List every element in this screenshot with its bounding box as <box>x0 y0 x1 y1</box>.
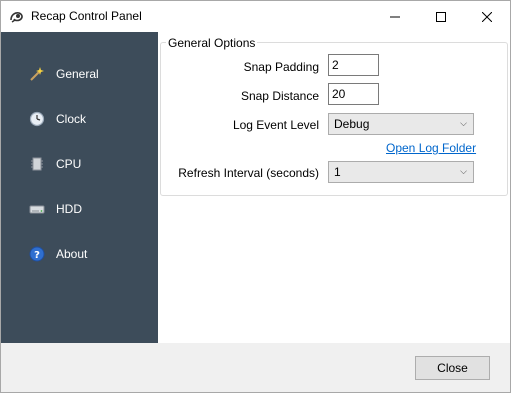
maximize-button[interactable] <box>418 1 464 32</box>
refresh-interval-label: Refresh Interval (seconds) <box>178 166 319 180</box>
chevron-down-icon: ⌵ <box>460 118 467 128</box>
title-bar[interactable]: Recap Control Panel <box>1 1 510 32</box>
sidebar-item-general[interactable]: General <box>1 57 158 91</box>
sidebar-item-about[interactable]: ? About <box>1 237 158 271</box>
app-window: Recap Control Panel General Clock CPU HD… <box>0 0 511 393</box>
sidebar-item-label: CPU <box>56 157 82 171</box>
recap-app-icon <box>9 9 25 25</box>
help-icon: ? <box>29 246 45 262</box>
snap-padding-label: Snap Padding <box>243 60 319 74</box>
svg-text:?: ? <box>34 250 40 261</box>
log-event-level-select[interactable]: Debug ⌵ <box>328 113 474 135</box>
sidebar-item-cpu[interactable]: CPU <box>1 147 158 181</box>
sidebar-item-label: General <box>56 67 99 81</box>
close-icon <box>482 11 492 22</box>
cpu-icon <box>29 156 45 172</box>
window-title: Recap Control Panel <box>31 9 142 23</box>
close-button[interactable]: Close <box>415 356 490 380</box>
magic-wand-icon <box>29 66 45 82</box>
close-window-button[interactable] <box>464 1 510 32</box>
settings-panel: General Options Snap Padding Snap Distan… <box>158 32 510 343</box>
sidebar-item-label: About <box>56 247 88 261</box>
log-event-level-label: Log Event Level <box>232 118 319 132</box>
open-log-folder-link[interactable]: Open Log Folder <box>386 141 476 155</box>
sidebar-item-label: Clock <box>56 112 87 126</box>
sidebar-item-label: HDD <box>56 202 82 216</box>
maximize-icon <box>436 11 446 22</box>
clock-icon <box>29 111 45 127</box>
log-event-level-value: Debug <box>334 117 370 131</box>
refresh-interval-value: 1 <box>334 165 341 179</box>
sidebar: General Clock CPU HDD ? About <box>1 32 158 343</box>
minimize-icon <box>390 16 400 17</box>
minimize-button[interactable] <box>372 1 418 32</box>
footer-bar: Close <box>1 343 510 392</box>
hdd-icon <box>29 201 45 217</box>
snap-distance-label: Snap Distance <box>240 89 319 103</box>
chevron-down-icon: ⌵ <box>460 166 467 176</box>
snap-distance-input[interactable] <box>328 83 379 105</box>
sidebar-item-clock[interactable]: Clock <box>1 102 158 136</box>
snap-padding-input[interactable] <box>328 54 379 76</box>
refresh-interval-select[interactable]: 1 ⌵ <box>328 161 474 183</box>
sidebar-item-hdd[interactable]: HDD <box>1 192 158 226</box>
group-title: General Options <box>166 36 258 50</box>
